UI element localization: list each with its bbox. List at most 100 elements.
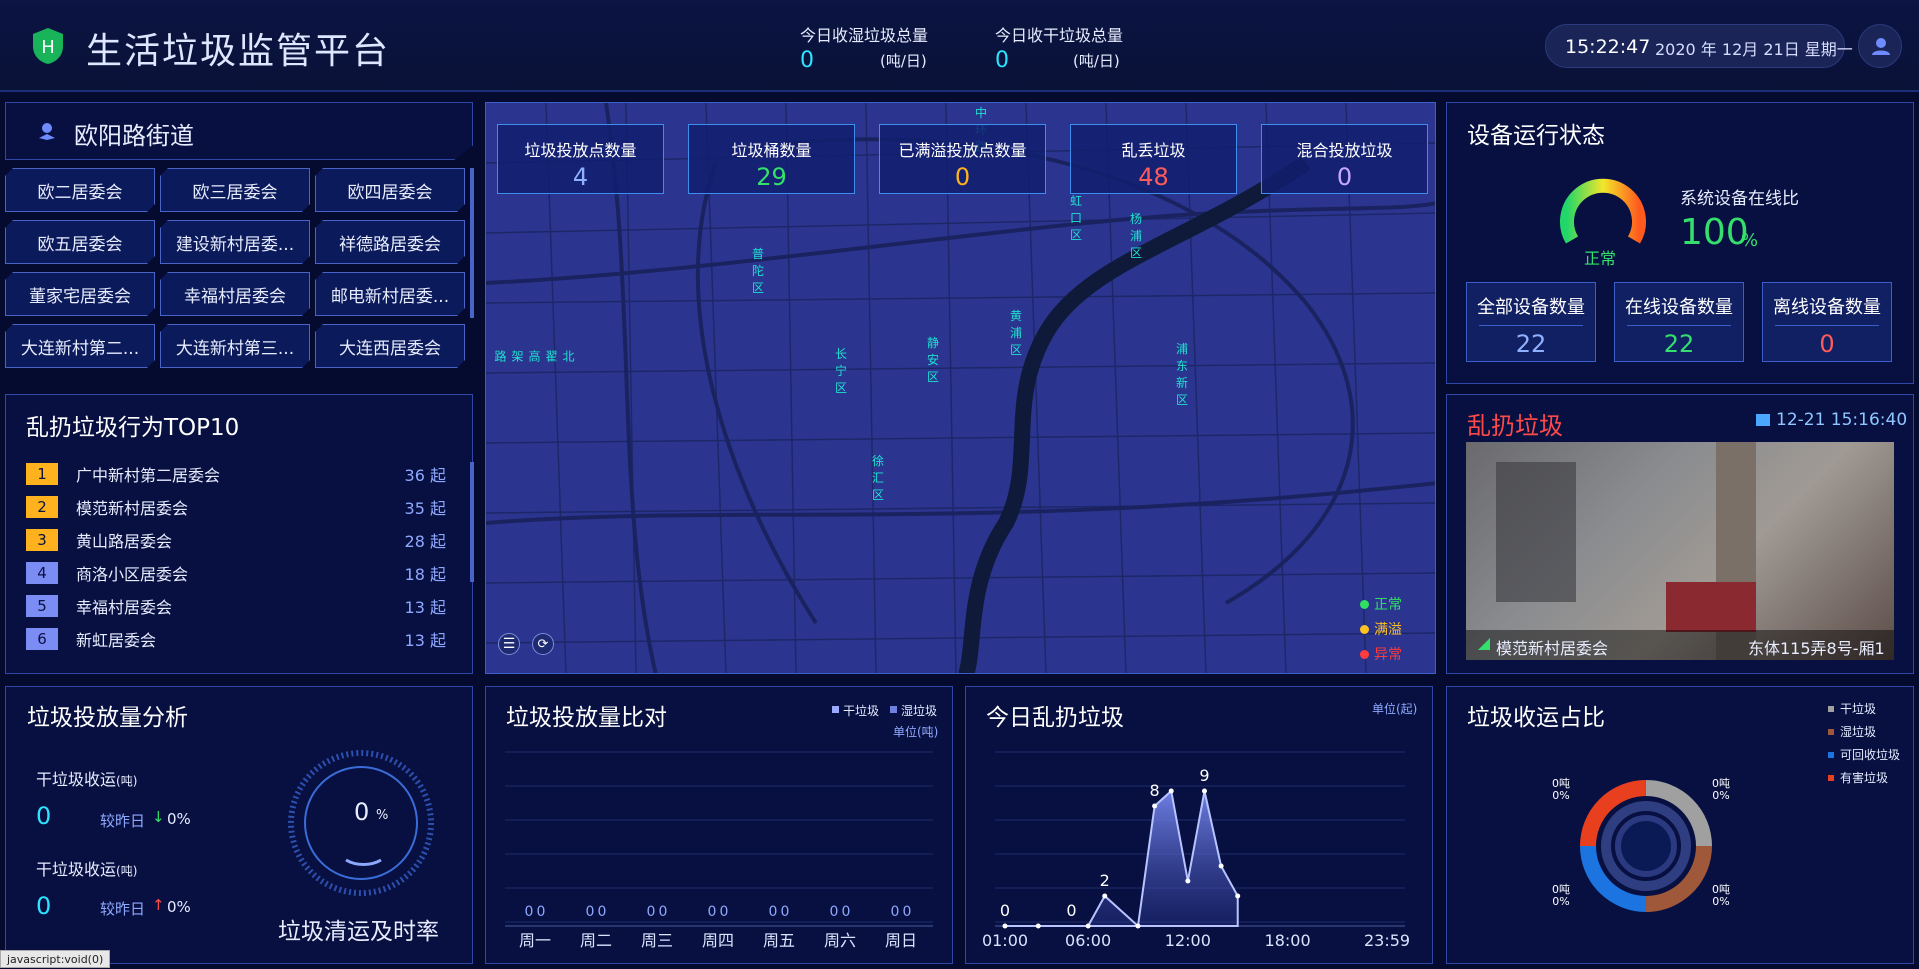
committee-button[interactable]: 欧四居委会 (315, 168, 465, 212)
x-tick-label: 周五 (763, 931, 795, 950)
map-stat-label: 乱丢垃圾 (1121, 141, 1186, 160)
legend-dot (1360, 649, 1369, 659)
map-stat-label: 垃圾桶数量 (731, 141, 812, 160)
data-label: 9 (1199, 766, 1209, 785)
committee-button[interactable]: 董家宅居委会 (5, 272, 155, 316)
slice-percent: 0% (1712, 895, 1730, 908)
wet-collect-value: 0 (36, 892, 52, 920)
legend-label: 可回收垃圾 (1840, 748, 1901, 762)
committee-button[interactable]: 欧三居委会 (160, 168, 310, 212)
x-tick-label: 01:00 (982, 931, 1028, 950)
top10-row[interactable]: 2 模范新村居委会 35 起 (26, 490, 446, 523)
district-label: 徐汇区 (872, 454, 885, 502)
device-title: 设备运行状态 (1467, 123, 1605, 149)
wet-change: 0% (167, 898, 191, 916)
map-legend-item: 异常 (1360, 644, 1402, 664)
rank-badge: 3 (26, 528, 58, 551)
top10-row[interactable]: 3 黄山路居委会 28 起 (26, 523, 446, 556)
ratio-donut (1580, 780, 1712, 912)
data-point (1152, 803, 1158, 809)
committee-button[interactable]: 大连西居委会 (315, 324, 465, 368)
committee-button[interactable]: 邮电新村居委... (315, 272, 465, 316)
map-stat-label: 已满溢投放点数量 (898, 141, 1027, 160)
committee-button[interactable]: 建设新村居委... (160, 220, 310, 264)
top10-row[interactable]: 6 新虹居委会 13 起 (26, 622, 446, 655)
committee-grid: 欧二居委会 欧三居委会 欧四居委会欧五居委会 建设新村居委... 祥德路居委会董家宅居委… (5, 168, 465, 388)
x-tick-label: 12:00 (1165, 931, 1211, 950)
top10-list: 1 广中新村第二居委会 36 起 2 模范新村居委会 35 起 3 黄山路居委会 28 起 4 商洛… (26, 457, 446, 655)
top10-count: 35 起 (404, 498, 446, 518)
committee-button[interactable]: 大连新村第三... (160, 324, 310, 368)
committee-button[interactable]: 大连新村第二... (5, 324, 155, 368)
data-point (1085, 923, 1091, 929)
device-count-box: 全部设备数量 22 (1466, 282, 1596, 362)
camera-location: 模范新村居委会 (1496, 639, 1609, 658)
data-point (1135, 923, 1141, 929)
top10-row[interactable]: 1 广中新村第二居委会 36 起 (26, 457, 446, 490)
top10-count: 13 起 (404, 630, 446, 650)
map-legend-item: 正常 (1360, 594, 1402, 614)
district-label: 静安区 (927, 336, 940, 384)
top10-row[interactable]: 4 商洛小区居委会 18 起 (26, 556, 446, 589)
data-point (1235, 893, 1241, 899)
device-count-label: 在线设备数量 (1625, 297, 1733, 318)
arrow-up-icon: ↑ (152, 896, 165, 914)
bar-value-label: 0 (708, 904, 717, 920)
clearance-rate-label: 垃圾清运及时率 (278, 919, 439, 945)
list-icon[interactable]: ☰ (498, 633, 520, 655)
online-ratio-label: 系统设备在线比 (1680, 189, 1799, 209)
slice-percent: 0% (1552, 789, 1570, 802)
bar-value-label: 0 (586, 904, 595, 920)
wet-total-unit: (吨/日) (880, 52, 927, 70)
data-point (1201, 788, 1207, 794)
volume-title: 垃圾投放量分析 (27, 705, 188, 731)
committee-button[interactable]: 幸福村居委会 (160, 272, 310, 316)
top10-title: 乱扔垃圾行为TOP10 (26, 415, 240, 441)
ratio-legend-item: 湿垃圾 (1828, 723, 1900, 740)
map-stats: 垃圾投放点数量 4 垃圾桶数量 29 已满溢投放点数量 0 乱丢垃圾 48 混合投放垃圾 0 (497, 124, 1428, 194)
district-label: 普陀区 (752, 247, 765, 295)
committee-button[interactable]: 欧二居委会 (5, 168, 155, 212)
x-tick-label: 06:00 (1065, 931, 1111, 950)
top10-name: 商洛小区居委会 (76, 564, 189, 584)
wet-compare-label: 较昨日 (100, 900, 146, 918)
x-tick-label: 23:59 (1364, 931, 1410, 950)
dry-change: 0% (167, 810, 191, 828)
data-point (1102, 893, 1108, 899)
clearance-rate-value: 0 (354, 798, 370, 826)
district-label: 北翟高架路 (493, 350, 575, 362)
bar-value-label: 0 (720, 904, 729, 920)
camera-title: 乱扔垃圾 (1467, 412, 1563, 440)
top10-count: 13 起 (404, 597, 446, 617)
committee-scrollbar[interactable] (470, 168, 474, 318)
camera-feed-image[interactable] (1466, 442, 1894, 660)
rank-badge: 2 (26, 495, 58, 518)
top10-count: 18 起 (404, 564, 446, 584)
legend-swatch (1828, 774, 1834, 781)
data-label: 0 (1066, 901, 1076, 920)
location-pin-icon (39, 123, 55, 140)
top10-row[interactable]: 5 幸福村居委会 13 起 (26, 589, 446, 622)
dry-total-unit: (吨/日) (1073, 52, 1120, 70)
user-avatar-button[interactable] (1858, 24, 1902, 68)
video-camera-icon (1756, 414, 1770, 426)
x-tick-label: 周四 (702, 931, 734, 950)
data-point (1168, 788, 1174, 794)
committee-button[interactable]: 欧五居委会 (5, 220, 155, 264)
gauge-status: 正常 (1584, 249, 1617, 268)
refresh-icon[interactable]: ⟳ (532, 633, 554, 655)
x-tick-label: 周二 (580, 931, 612, 950)
map-stat-card: 混合投放垃圾 0 (1261, 124, 1428, 194)
map-legend-item: 满溢 (1360, 619, 1402, 639)
ratio-slice-label: 0吨 0% (1712, 778, 1730, 802)
top10-scrollbar[interactable] (470, 462, 474, 582)
slice-percent: 0% (1552, 895, 1570, 908)
area-series (1005, 789, 1239, 929)
map-stat-label: 垃圾投放点数量 (524, 141, 637, 160)
ratio-slice-label: 0吨 0% (1552, 778, 1570, 802)
committee-button[interactable]: 祥德路居委会 (315, 220, 465, 264)
top10-count: 36 起 (404, 465, 446, 485)
legend-swatch (1828, 728, 1834, 735)
map-stat-card: 垃圾桶数量 29 (688, 124, 855, 194)
bar-value-label: 0 (781, 904, 790, 920)
